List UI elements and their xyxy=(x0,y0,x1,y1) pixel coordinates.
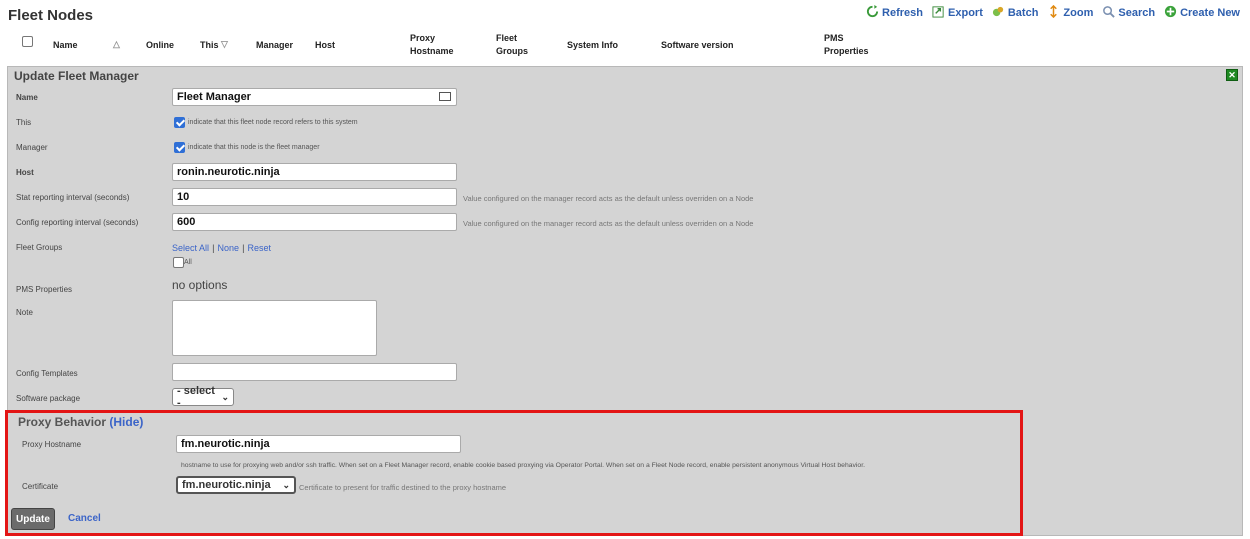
search-button[interactable]: Search xyxy=(1102,5,1155,21)
batch-icon xyxy=(992,5,1005,21)
all-groups-checkbox[interactable] xyxy=(173,257,184,268)
select-all-checkbox[interactable] xyxy=(22,36,33,47)
stat-interval-help: Value configured on the manager record a… xyxy=(463,194,754,203)
col-this[interactable]: This xyxy=(200,40,219,50)
config-interval-help: Value configured on the manager record a… xyxy=(463,219,754,228)
pms-properties-label: PMS Properties xyxy=(16,285,73,294)
col-proxy-hostname-line2[interactable]: Hostname xyxy=(410,46,454,56)
zoom-button[interactable]: Zoom xyxy=(1047,4,1093,21)
certificate-label: Certificate xyxy=(22,482,59,491)
stat-interval-input[interactable]: 10 xyxy=(172,188,457,206)
search-icon xyxy=(1102,5,1116,21)
config-interval-label: Config reporting interval (seconds) xyxy=(16,218,139,227)
create-new-button[interactable]: Create New xyxy=(1164,5,1240,21)
col-fleet-groups-line2[interactable]: Groups xyxy=(496,46,528,56)
host-label: Host xyxy=(16,168,34,177)
certificate-select[interactable]: fm.neurotic.ninja ⌄ xyxy=(176,476,296,494)
all-groups-label: All xyxy=(184,259,192,266)
note-textarea[interactable] xyxy=(172,300,377,356)
manager-checkbox[interactable] xyxy=(174,142,185,153)
proxy-hostname-help: hostname to use for proxying web and/or … xyxy=(181,462,865,469)
col-fleet-groups-line1[interactable]: Fleet xyxy=(496,33,517,43)
top-bar: Fleet Nodes Refresh Export Batch Zoom Se… xyxy=(0,0,1250,28)
chevron-down-icon: ⌄ xyxy=(282,479,290,490)
col-online[interactable]: Online xyxy=(146,40,174,50)
col-manager[interactable]: Manager xyxy=(256,40,293,50)
fleet-groups-links: Select All | None | Reset xyxy=(172,242,271,254)
col-name[interactable]: Name xyxy=(53,40,78,50)
separator: | xyxy=(242,243,245,253)
none-link[interactable]: None xyxy=(218,243,240,253)
this-checkbox[interactable] xyxy=(174,117,185,128)
create-icon xyxy=(1164,5,1177,21)
col-proxy-hostname-line1[interactable]: Proxy xyxy=(410,33,435,43)
sort-desc-icon[interactable]: ▽ xyxy=(221,39,228,50)
manager-description: indicate that this node is the fleet man… xyxy=(188,144,320,151)
chevron-down-icon: ⌄ xyxy=(221,391,229,402)
col-software-version[interactable]: Software version xyxy=(661,40,734,50)
reset-link[interactable]: Reset xyxy=(247,243,271,253)
this-label: This xyxy=(16,118,32,127)
hide-link[interactable]: (Hide) xyxy=(109,415,143,429)
config-interval-input[interactable]: 600 xyxy=(172,213,457,231)
note-label: Note xyxy=(16,308,33,317)
update-button[interactable]: Update xyxy=(11,508,55,530)
this-description: indicate that this fleet node record ref… xyxy=(188,119,358,126)
col-host[interactable]: Host xyxy=(315,40,335,50)
col-pms-line2[interactable]: Properties xyxy=(824,46,869,56)
pms-properties-value: no options xyxy=(172,278,228,292)
name-label: Name xyxy=(16,93,38,102)
fleet-groups-label: Fleet Groups xyxy=(16,243,63,252)
export-icon xyxy=(932,5,945,21)
proxy-hostname-input[interactable]: fm.neurotic.ninja xyxy=(176,435,461,453)
name-input[interactable]: Fleet Manager xyxy=(172,88,457,106)
refresh-icon xyxy=(866,5,879,21)
software-package-label: Software package xyxy=(16,394,81,403)
page-title: Fleet Nodes xyxy=(8,7,94,24)
cancel-link[interactable]: Cancel xyxy=(68,513,101,524)
column-header-row: Name △ Online This ▽ Manager Host Proxy … xyxy=(0,28,1250,61)
col-pms-line1[interactable]: PMS xyxy=(824,33,844,43)
close-icon[interactable]: ✕ xyxy=(1226,69,1238,81)
manager-label: Manager xyxy=(16,143,48,152)
proxy-hostname-label: Proxy Hostname xyxy=(22,440,82,449)
select-all-link[interactable]: Select All xyxy=(172,243,209,253)
config-templates-input[interactable] xyxy=(172,363,457,381)
export-button[interactable]: Export xyxy=(932,5,983,21)
host-input[interactable]: ronin.neurotic.ninja xyxy=(172,163,457,181)
config-templates-label: Config Templates xyxy=(16,369,78,378)
panel-title: Update Fleet Manager xyxy=(14,69,139,83)
proxy-section-title: Proxy Behavior (Hide) xyxy=(18,415,144,429)
contact-card-icon xyxy=(439,92,451,101)
batch-button[interactable]: Batch xyxy=(992,5,1038,21)
col-system-info[interactable]: System Info xyxy=(567,40,618,50)
sort-asc-icon[interactable]: △ xyxy=(113,39,120,50)
software-package-select[interactable]: - select - ⌄ xyxy=(172,385,234,409)
zoom-icon xyxy=(1047,4,1060,21)
toolbar: Refresh Export Batch Zoom Search Create … xyxy=(866,4,1240,21)
proxy-behavior-section xyxy=(5,410,1023,536)
separator: | xyxy=(212,243,215,253)
certificate-help: Certificate to present for traffic desti… xyxy=(299,483,507,492)
stat-interval-label: Stat reporting interval (seconds) xyxy=(16,193,130,202)
refresh-button[interactable]: Refresh xyxy=(866,5,923,21)
